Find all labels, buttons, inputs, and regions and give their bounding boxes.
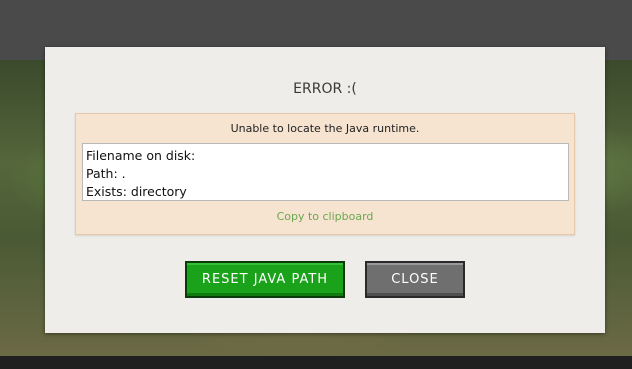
- dialog-title: ERROR :(: [293, 81, 357, 97]
- details-line-path: Path: .: [86, 166, 126, 181]
- copy-to-clipboard-link[interactable]: Copy to clipboard: [76, 210, 574, 223]
- close-button[interactable]: CLOSE: [365, 261, 465, 298]
- error-details-textbox[interactable]: Filename on disk: Path: . Exists: direct…: [82, 143, 569, 201]
- details-line-exists: Exists: directory: [86, 184, 187, 199]
- error-message: Unable to locate the Java runtime.: [230, 122, 420, 135]
- reset-java-path-button[interactable]: RESET JAVA PATH: [185, 261, 345, 298]
- background-bottom-bar: [0, 356, 632, 369]
- details-line-filename: Filename on disk:: [86, 148, 196, 163]
- error-panel: Unable to locate the Java runtime. Filen…: [75, 113, 575, 235]
- launcher-screen: ERROR :( Unable to locate the Java runti…: [0, 0, 632, 369]
- error-dialog: ERROR :( Unable to locate the Java runti…: [45, 47, 605, 333]
